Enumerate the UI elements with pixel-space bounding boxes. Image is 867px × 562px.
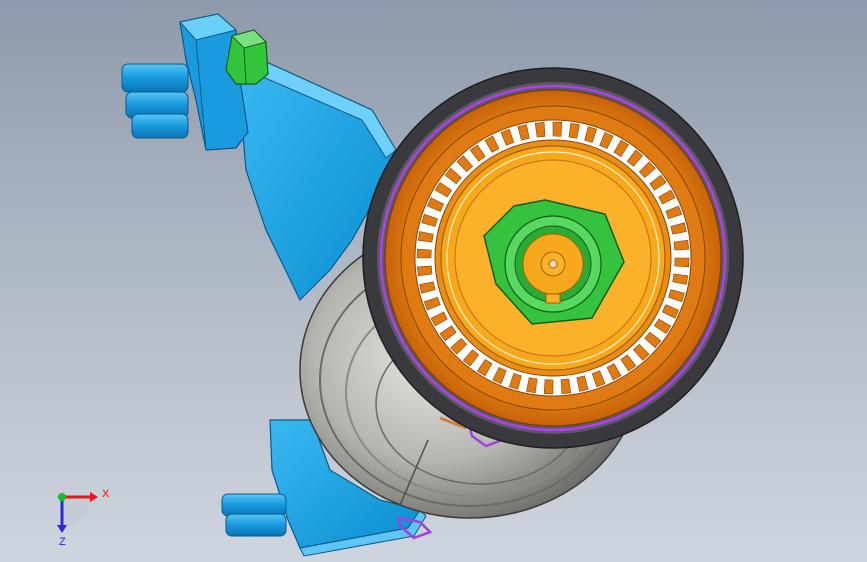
tone-ring-tooth [673, 239, 690, 251]
bolt-sleeve-lower[interactable] [221, 493, 287, 537]
hex-bolt-top[interactable] [225, 29, 269, 85]
x-axis-label: X [102, 488, 110, 500]
tone-ring-tooth [543, 379, 554, 395]
model-canvas[interactable]: X Z [0, 0, 867, 562]
tone-ring-tooth [560, 378, 572, 395]
cad-viewport[interactable]: X Z [0, 0, 867, 562]
tone-ring-tooth [416, 248, 432, 259]
tone-ring-tooth [416, 265, 433, 277]
tone-ring-tooth [674, 257, 690, 268]
tone-ring-tooth [552, 121, 563, 137]
z-axis-label: Z [59, 536, 66, 548]
tone-ring-tooth [534, 121, 546, 138]
axis-triad: X Z [57, 488, 110, 548]
bolt-sleeve-upper[interactable] [121, 13, 249, 151]
